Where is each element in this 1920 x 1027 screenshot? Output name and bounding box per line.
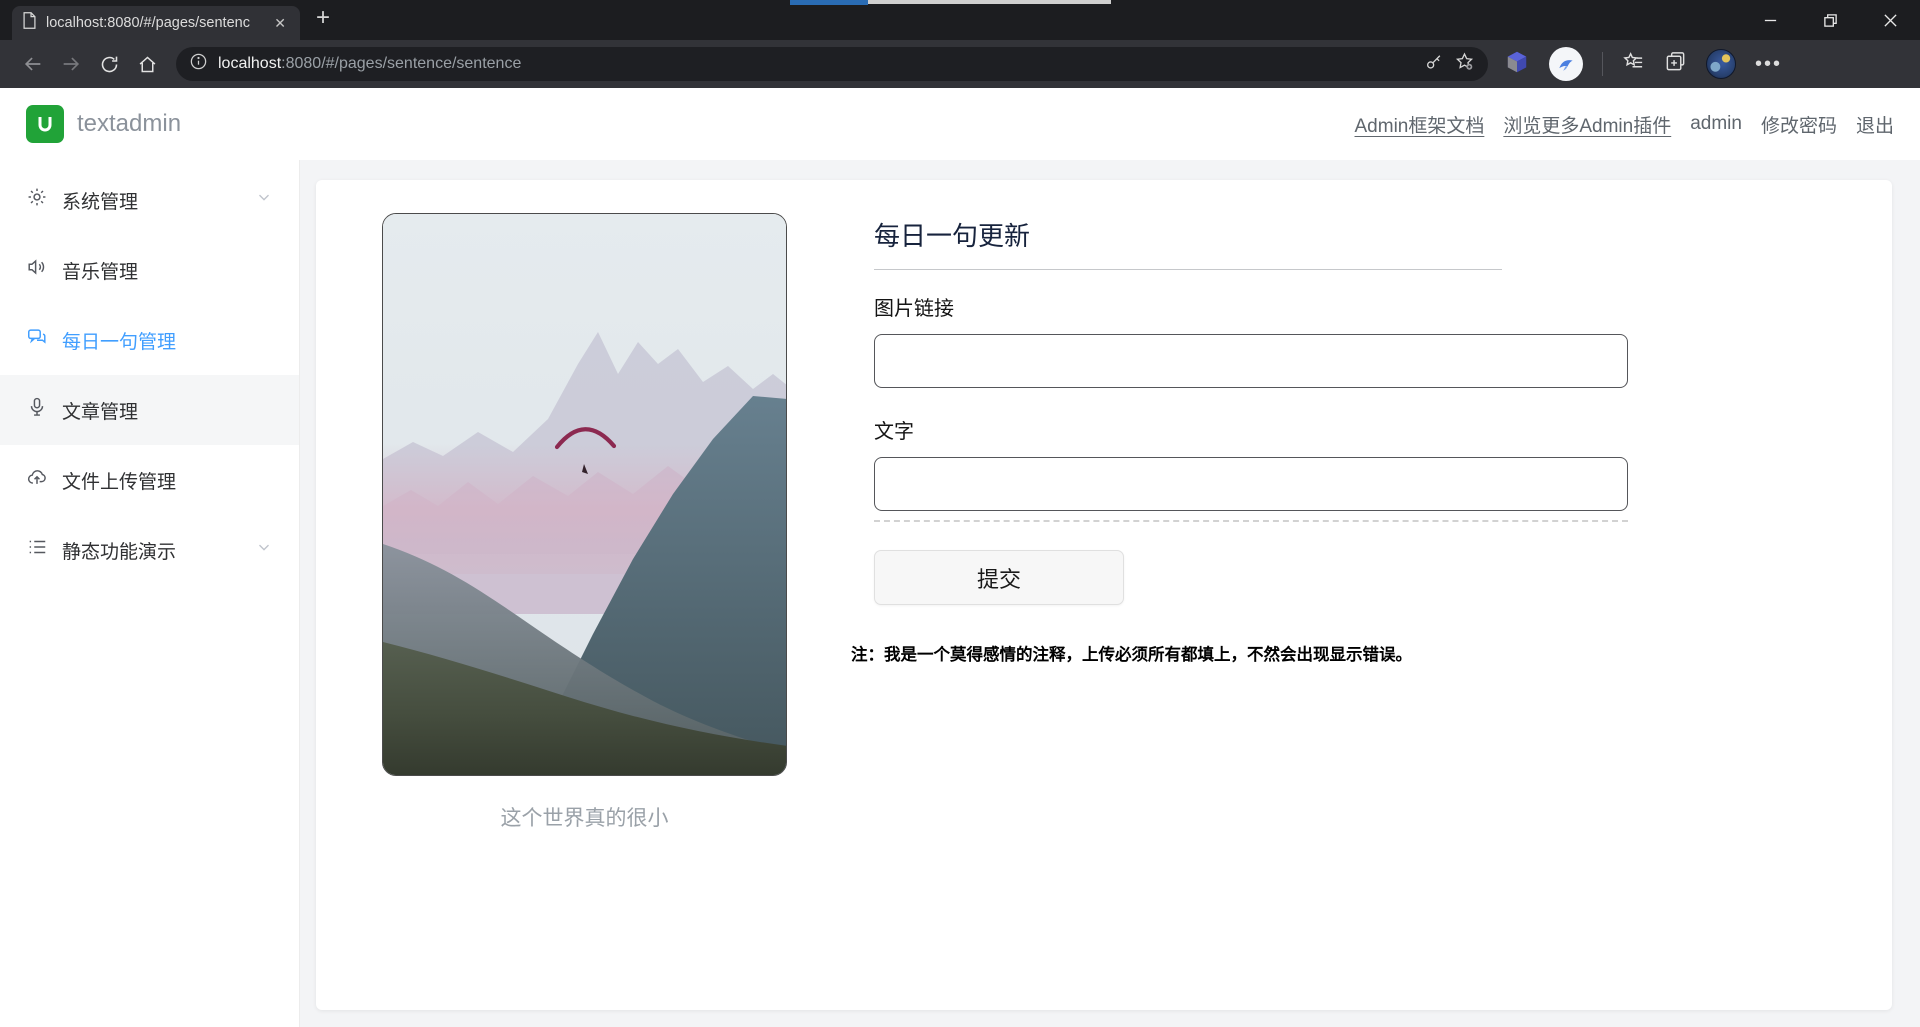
sidebar-item-system[interactable]: 系统管理 [0, 165, 299, 235]
chevron-down-icon [255, 188, 273, 212]
header-username: admin [1690, 113, 1742, 134]
sidebar: 系统管理 音乐管理 每日一句管理 文章管理 文件上传管理 静态功能演示 [0, 160, 300, 1027]
url-path: :8080/#/pages/sentence/sentence [281, 55, 522, 72]
url-text[interactable]: localhost:8080/#/pages/sentence/sentence [218, 55, 1414, 73]
chevron-down-icon [255, 538, 273, 562]
sidebar-item-file-upload[interactable]: 文件上传管理 [0, 445, 299, 515]
link-logout[interactable]: 退出 [1856, 111, 1894, 138]
gear-icon [26, 186, 48, 214]
app-header: textadmin Admin框架文档 浏览更多Admin插件 admin 修改… [0, 88, 1920, 160]
form-divider [874, 269, 1502, 270]
profile-avatar[interactable] [1706, 49, 1736, 79]
more-icon[interactable]: ••• [1755, 53, 1782, 76]
sidebar-item-label: 文章管理 [62, 401, 139, 423]
collections-icon[interactable] [1664, 50, 1687, 78]
link-admin-docs[interactable]: Admin框架文档 [1355, 111, 1485, 138]
main-content: 这个世界真的很小 每日一句更新 图片链接 文字 提交 注：我是一个莫得感情的注释… [300, 160, 1920, 1027]
bird-extension-icon[interactable] [1549, 47, 1583, 81]
image-link-input[interactable] [874, 334, 1628, 388]
key-icon[interactable] [1424, 52, 1444, 77]
info-icon[interactable] [189, 52, 208, 76]
list-icon [26, 536, 48, 564]
sidebar-item-daily-sentence[interactable]: 每日一句管理 [0, 305, 299, 375]
daily-sentence-image [382, 213, 787, 776]
sidebar-item-label: 每日一句管理 [62, 331, 177, 353]
daily-sentence-form: 每日一句更新 图片链接 文字 提交 注：我是一个莫得感情的注释，上传必须所有都填… [851, 216, 1628, 665]
page-favicon-icon [22, 12, 37, 34]
link-change-password[interactable]: 修改密码 [1761, 111, 1837, 138]
sidebar-item-label: 静态功能演示 [62, 541, 177, 563]
url-bar[interactable]: localhost:8080/#/pages/sentence/sentence [176, 47, 1488, 81]
sidebar-item-label: 文件上传管理 [62, 471, 177, 493]
tab-close-icon[interactable]: ✕ [270, 14, 290, 32]
sidebar-item-articles[interactable]: 文章管理 [0, 375, 299, 445]
url-host: localhost [218, 55, 282, 72]
image-link-label: 图片链接 [874, 298, 954, 320]
form-title: 每日一句更新 [874, 221, 1031, 251]
new-tab-button[interactable]: + [316, 4, 330, 32]
back-icon[interactable] [14, 47, 52, 81]
cloud-upload-icon [26, 466, 48, 494]
cube-extension-icon[interactable] [1504, 49, 1530, 80]
text-label: 文字 [874, 421, 914, 443]
header-links: Admin框架文档 浏览更多Admin插件 admin 修改密码 退出 [1355, 111, 1895, 138]
window-close-button[interactable] [1860, 0, 1920, 40]
window-minimize-button[interactable] [1740, 0, 1800, 40]
image-caption: 这个世界真的很小 [500, 807, 669, 830]
sidebar-item-music[interactable]: 音乐管理 [0, 235, 299, 305]
microphone-icon [26, 396, 48, 424]
background-window-sliver-light [868, 0, 1111, 4]
brand-logo-icon[interactable] [26, 105, 64, 143]
sidebar-item-label: 音乐管理 [62, 261, 139, 283]
refresh-icon[interactable] [90, 47, 128, 81]
background-window-sliver-blue [790, 0, 868, 5]
favorites-icon[interactable] [1622, 50, 1645, 78]
window-restore-button[interactable] [1800, 0, 1860, 40]
content-card: 这个世界真的很小 每日一句更新 图片链接 文字 提交 注：我是一个莫得感情的注释… [316, 180, 1892, 1010]
browser-tab[interactable]: localhost:8080/#/pages/sentenc ✕ [12, 6, 300, 40]
link-more-plugins[interactable]: 浏览更多Admin插件 [1503, 111, 1671, 138]
star-add-icon[interactable] [1454, 51, 1475, 77]
forward-icon[interactable] [52, 47, 90, 81]
toolbar-separator [1602, 52, 1603, 76]
dashed-divider [874, 520, 1628, 522]
speaker-icon [26, 256, 48, 284]
brand-name: textadmin [77, 110, 182, 137]
browser-titlebar: localhost:8080/#/pages/sentenc ✕ + [0, 0, 1920, 40]
home-icon[interactable] [128, 47, 166, 81]
chat-bubbles-icon [26, 326, 48, 354]
sidebar-item-label: 系统管理 [62, 191, 139, 213]
tab-title: localhost:8080/#/pages/sentenc [46, 15, 250, 31]
sidebar-item-static-demo[interactable]: 静态功能演示 [0, 515, 299, 585]
text-input[interactable] [874, 457, 1628, 511]
submit-button[interactable]: 提交 [874, 550, 1124, 605]
browser-toolbar: localhost:8080/#/pages/sentence/sentence [0, 40, 1920, 88]
form-note: 注：我是一个莫得感情的注释，上传必须所有都填上，不然会出现显示错误。 [851, 646, 1412, 664]
